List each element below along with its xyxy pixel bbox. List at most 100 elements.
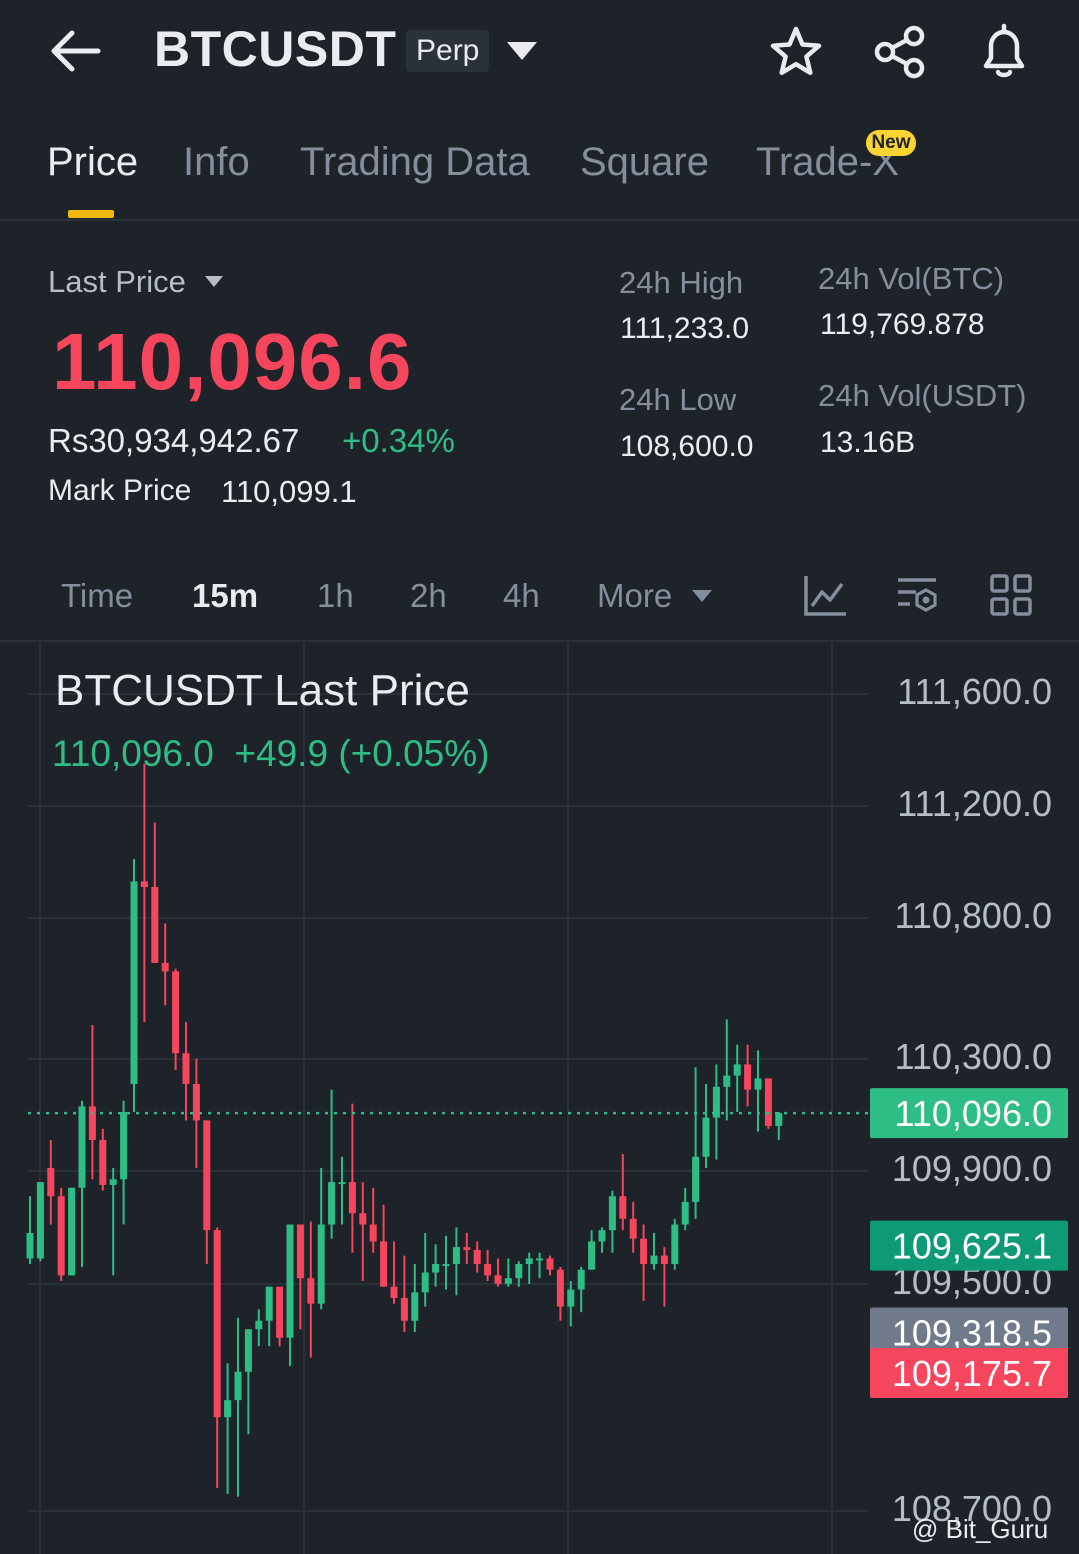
price-tag-label: 109,175.7 <box>892 1353 1052 1394</box>
back-arrow-icon[interactable] <box>48 28 102 74</box>
bell-icon[interactable] <box>976 22 1032 80</box>
last-price-label[interactable]: Last Price <box>48 264 186 300</box>
candle-body <box>525 1258 533 1265</box>
candle-body <box>463 1247 471 1250</box>
candle-body <box>400 1298 408 1321</box>
candle-body <box>276 1286 284 1338</box>
candle-body <box>567 1289 575 1307</box>
candle-body <box>744 1064 752 1090</box>
candle-body <box>421 1272 429 1293</box>
vol-usdt-value: 13.16B <box>820 426 916 459</box>
interval-1h[interactable]: 1h <box>317 577 354 615</box>
high-label: 24h High <box>619 265 744 300</box>
candle-body <box>255 1320 263 1330</box>
candle-body <box>619 1196 627 1219</box>
contract-type-badge: Perp <box>406 30 490 72</box>
candle-body <box>68 1187 76 1276</box>
active-tab-indicator <box>68 210 114 218</box>
grid-layout-icon[interactable] <box>988 572 1034 618</box>
candle-body <box>608 1196 616 1231</box>
tab-price[interactable]: Price <box>47 140 138 185</box>
candle-body <box>224 1400 232 1418</box>
chart-title: BTCUSDT Last Price <box>55 666 470 715</box>
chart-settings-icon[interactable] <box>894 572 940 618</box>
price-tag-label: 109,625.1 <box>892 1226 1052 1267</box>
interval-15m[interactable]: 15m <box>192 577 258 615</box>
caret-down-icon[interactable] <box>204 275 224 288</box>
candle-body <box>588 1241 596 1270</box>
candle-body <box>130 881 138 1084</box>
candle-body <box>577 1269 585 1290</box>
candle-body <box>473 1249 481 1265</box>
candle-body <box>754 1078 762 1090</box>
candle-body <box>88 1106 96 1140</box>
candle-body <box>47 1168 55 1197</box>
y-axis-tick-label: 110,300.0 <box>895 1036 1052 1077</box>
y-axis-tick-label: 110,800.0 <box>895 895 1052 936</box>
candle-body <box>390 1286 398 1299</box>
candle-body <box>702 1117 710 1157</box>
high-value: 111,233.0 <box>620 312 750 345</box>
tab-trading-data[interactable]: Trading Data <box>300 140 530 185</box>
candle-body <box>442 1264 450 1267</box>
candle-body <box>307 1278 315 1304</box>
candle-body <box>671 1224 679 1265</box>
vol-btc-label: 24h Vol(BTC) <box>818 261 1005 296</box>
candle-body <box>109 1179 117 1185</box>
candle-body <box>504 1278 512 1284</box>
candle-body <box>359 1213 367 1225</box>
candle-body <box>182 1053 190 1084</box>
dropdown-caret-icon[interactable] <box>505 38 539 64</box>
candle-body <box>234 1371 242 1401</box>
candle-body <box>484 1264 492 1276</box>
caret-down-icon[interactable] <box>691 589 713 603</box>
candle-body <box>452 1247 460 1265</box>
divider <box>0 219 1079 221</box>
candle-body <box>120 1112 128 1180</box>
candle-body <box>681 1201 689 1225</box>
candle-body <box>328 1182 336 1225</box>
interval-2h[interactable]: 2h <box>410 577 447 615</box>
last-price-value: 110,096.6 <box>52 317 413 406</box>
price-tag-label: 109,318.5 <box>892 1313 1052 1354</box>
candle-body <box>494 1275 502 1284</box>
share-icon[interactable] <box>872 24 928 80</box>
tab-info[interactable]: Info <box>183 140 250 185</box>
low-label: 24h Low <box>619 382 737 417</box>
tab-square[interactable]: Square <box>580 140 709 185</box>
candle-body <box>26 1232 34 1259</box>
candle-body <box>348 1182 356 1214</box>
candle-body <box>733 1064 741 1076</box>
symbol-title[interactable]: BTCUSDT <box>154 20 396 78</box>
candle-body <box>660 1255 668 1265</box>
new-badge: New <box>866 130 916 156</box>
candle-body <box>36 1182 44 1259</box>
interval-more[interactable]: More <box>597 577 672 615</box>
y-axis-tick-label: 111,200.0 <box>897 783 1052 824</box>
candle-body <box>192 1084 200 1121</box>
candle-body <box>556 1269 564 1307</box>
chart-price-change: 110,096.0 +49.9 (+0.05%) <box>52 733 489 775</box>
mark-price-value: 110,099.1 <box>221 474 357 509</box>
candle-body <box>78 1106 86 1188</box>
change-percent: +0.34% <box>342 422 455 459</box>
fiat-value: Rs30,934,942.67 <box>48 422 300 459</box>
interval-4h[interactable]: 4h <box>503 577 540 615</box>
low-value: 108,600.0 <box>620 430 754 463</box>
candle-body <box>536 1258 544 1261</box>
y-axis-tick-label: 111,600.0 <box>897 671 1052 712</box>
candle-body <box>380 1241 388 1287</box>
candle-body <box>650 1255 658 1265</box>
watermark: @ Bit_Guru <box>912 1514 1049 1544</box>
price-tag-label: 110,096.0 <box>895 1093 1052 1134</box>
interval-time[interactable]: Time <box>61 577 133 615</box>
candle-body <box>629 1218 637 1239</box>
star-icon[interactable] <box>768 24 824 80</box>
candle-body <box>764 1078 772 1126</box>
candle-body <box>161 962 169 972</box>
indicator-chart-icon[interactable] <box>802 572 848 618</box>
top-bar: BTCUSDT Perp <box>0 0 1079 110</box>
candlestick-chart[interactable]: 111,600.0 111,200.0 110,800.0 110,300.0 109,… <box>0 642 1079 1554</box>
candle-body <box>203 1120 211 1231</box>
candle-body <box>369 1224 377 1242</box>
